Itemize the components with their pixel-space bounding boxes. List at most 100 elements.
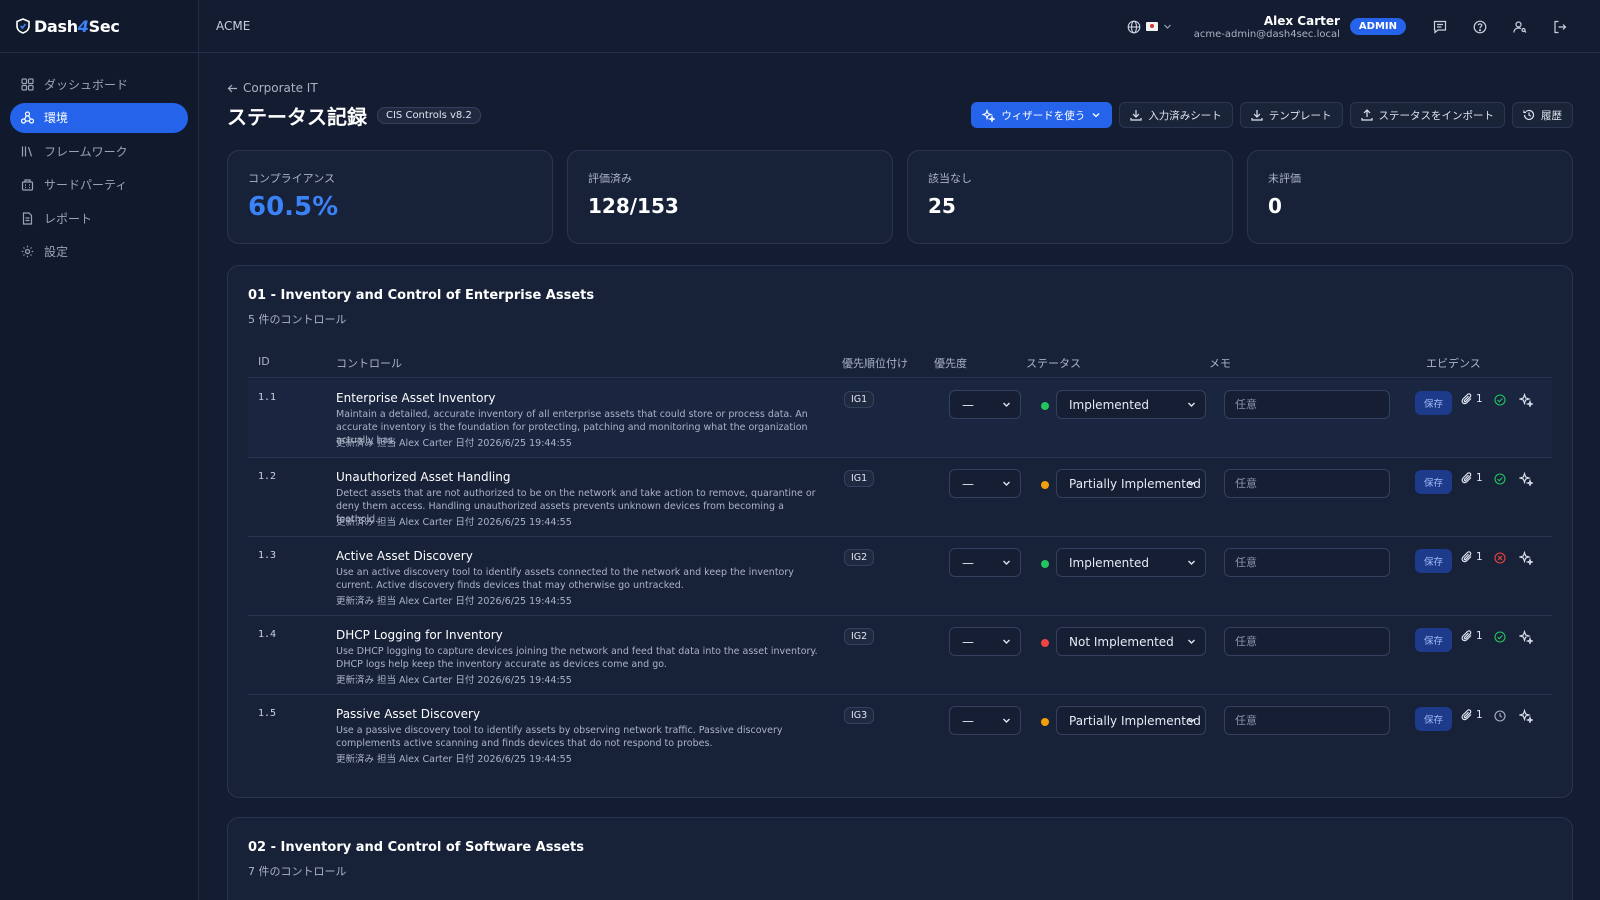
status-dot [1041, 481, 1049, 489]
role-badge: ADMIN [1349, 18, 1406, 35]
control-meta: 更新済み 担当 Alex Carter 日付 2026/6/25 19:44:5… [336, 754, 572, 765]
pending-icon[interactable] [1494, 710, 1506, 725]
memo-input[interactable] [1224, 469, 1390, 498]
attachment-button[interactable]: 1 [1461, 709, 1483, 721]
sidebar-item-frameworks[interactable]: フレームワーク [10, 136, 188, 166]
logout-button[interactable] [1540, 20, 1580, 34]
control-meta: 更新済み 担当 Alex Carter 日付 2026/6/25 19:44:5… [336, 675, 572, 686]
status-select[interactable]: Implemented [1056, 390, 1206, 419]
language-selector[interactable] [1127, 20, 1172, 34]
filled-sheet-button[interactable]: 入力済みシート [1119, 102, 1233, 128]
stat-value: 128/153 [588, 194, 679, 218]
control-id: 1.3 [258, 550, 277, 561]
stat-assessed: 評価済み 128/153 [567, 150, 893, 244]
ig-badge: IG1 [844, 391, 875, 408]
ai-assist-button[interactable] [1518, 708, 1535, 726]
control-section: 01 - Inventory and Control of Enterprise… [227, 265, 1573, 798]
stat-unassessed: 未評価 0 [1247, 150, 1573, 244]
history-button[interactable]: 履歴 [1512, 102, 1573, 128]
logo[interactable]: Dash4Sec [0, 0, 198, 53]
status-select[interactable]: Partially Implemented [1056, 469, 1206, 498]
paperclip-icon [1461, 393, 1472, 405]
import-status-button[interactable]: ステータスをインポート [1349, 102, 1505, 128]
sidebar-item-third-party[interactable]: サードパーティ [10, 170, 188, 200]
control-description: Use DHCP logging to capture devices join… [336, 646, 818, 670]
document-icon [20, 211, 34, 225]
japan-flag-icon [1145, 22, 1158, 31]
ai-assist-button[interactable] [1518, 550, 1535, 568]
control-meta: 更新済み 担当 Alex Carter 日付 2026/6/25 19:44:5… [336, 596, 572, 607]
verified-icon[interactable] [1494, 394, 1506, 409]
priority-select[interactable]: — [949, 390, 1021, 419]
priority-value: — [962, 476, 974, 491]
sidebar-item-label: フレームワーク [44, 144, 128, 159]
ai-assist-button[interactable] [1518, 471, 1535, 489]
save-button[interactable]: 保存 [1415, 628, 1453, 652]
breadcrumb-back-link[interactable]: Corporate IT [227, 81, 318, 95]
account-button[interactable] [1500, 20, 1540, 34]
sidebar-item-label: ダッシュボード [44, 77, 129, 92]
control-description: Use a passive discovery tool to identify… [336, 725, 783, 749]
sidebar-item-dashboard[interactable]: ダッシュボード [10, 69, 188, 99]
status-select[interactable]: Not Implemented [1056, 627, 1206, 656]
status-value: Implemented [1069, 397, 1149, 412]
wizard-button-label: ウィザードを使う [1001, 109, 1086, 122]
sidebar-item-label: サードパーティ [44, 178, 128, 192]
col-evidence: エビデンス [1426, 357, 1481, 370]
verified-icon[interactable] [1494, 473, 1506, 488]
col-status: ステータス [1026, 357, 1081, 370]
control-description: Use an active discovery tool to identify… [336, 567, 794, 591]
chevron-down-icon [1003, 718, 1010, 723]
section-subtitle: 7 件のコントロール [248, 865, 347, 878]
ai-assist-button[interactable] [1518, 392, 1535, 410]
memo-input[interactable] [1224, 706, 1390, 735]
memo-input[interactable] [1224, 548, 1390, 577]
save-button[interactable]: 保存 [1415, 707, 1453, 731]
attachment-button[interactable]: 1 [1461, 472, 1483, 484]
template-button[interactable]: テンプレート [1239, 102, 1343, 128]
status-select[interactable]: Implemented [1056, 548, 1206, 577]
control-section: 02 - Inventory and Control of Software A… [227, 817, 1573, 900]
priority-select[interactable]: — [949, 548, 1021, 577]
ai-assist-button[interactable] [1518, 629, 1535, 647]
sidebar-item-reports[interactable]: レポート [10, 203, 188, 233]
tenant-name[interactable]: ACME [216, 19, 250, 33]
action-bar: ウィザードを使う 入力済みシート テンプレート ステータスをインポート 履歴 [971, 102, 1573, 128]
import-status-label: ステータスをインポート [1378, 109, 1495, 122]
grid-icon [20, 77, 34, 91]
chevron-down-icon [1092, 113, 1100, 118]
priority-select[interactable]: — [949, 469, 1021, 498]
attachment-button[interactable]: 1 [1461, 551, 1483, 563]
memo-input[interactable] [1224, 390, 1390, 419]
status-select[interactable]: Partially Implemented [1056, 706, 1206, 735]
save-button[interactable]: 保存 [1415, 470, 1453, 494]
memo-input[interactable] [1224, 627, 1390, 656]
verified-icon[interactable] [1494, 631, 1506, 646]
priority-select[interactable]: — [949, 706, 1021, 735]
messages-button[interactable] [1420, 20, 1460, 34]
attachment-button[interactable]: 1 [1461, 393, 1483, 405]
attachment-button[interactable]: 1 [1461, 630, 1483, 642]
control-title: DHCP Logging for Inventory [336, 628, 503, 642]
save-button[interactable]: 保存 [1415, 549, 1453, 573]
page-title: ステータス記録 [227, 105, 367, 129]
col-control: コントロール [336, 357, 402, 370]
section-title: 02 - Inventory and Control of Software A… [248, 840, 584, 855]
save-button[interactable]: 保存 [1415, 391, 1453, 415]
section-subtitle: 5 件のコントロール [248, 313, 347, 326]
priority-select[interactable]: — [949, 627, 1021, 656]
sparkles-icon [1518, 471, 1535, 488]
sidebar-item-environment[interactable]: 環境 [10, 102, 188, 133]
shield-logo-icon [16, 18, 30, 34]
chevron-down-icon [1188, 481, 1195, 486]
gear-icon [20, 245, 34, 259]
sidebar-item-settings[interactable]: 設定 [10, 237, 188, 267]
logo-text: Dash4Sec [34, 16, 120, 36]
help-button[interactable] [1460, 20, 1500, 34]
table-row: 1.2 Unauthorized Asset Handling Detect a… [248, 458, 1552, 537]
rejected-icon[interactable] [1494, 552, 1506, 567]
attachment-count: 1 [1476, 551, 1483, 563]
sparkles-icon [1518, 392, 1535, 409]
wizard-button[interactable]: ウィザードを使う [971, 102, 1113, 128]
library-icon [20, 144, 34, 158]
